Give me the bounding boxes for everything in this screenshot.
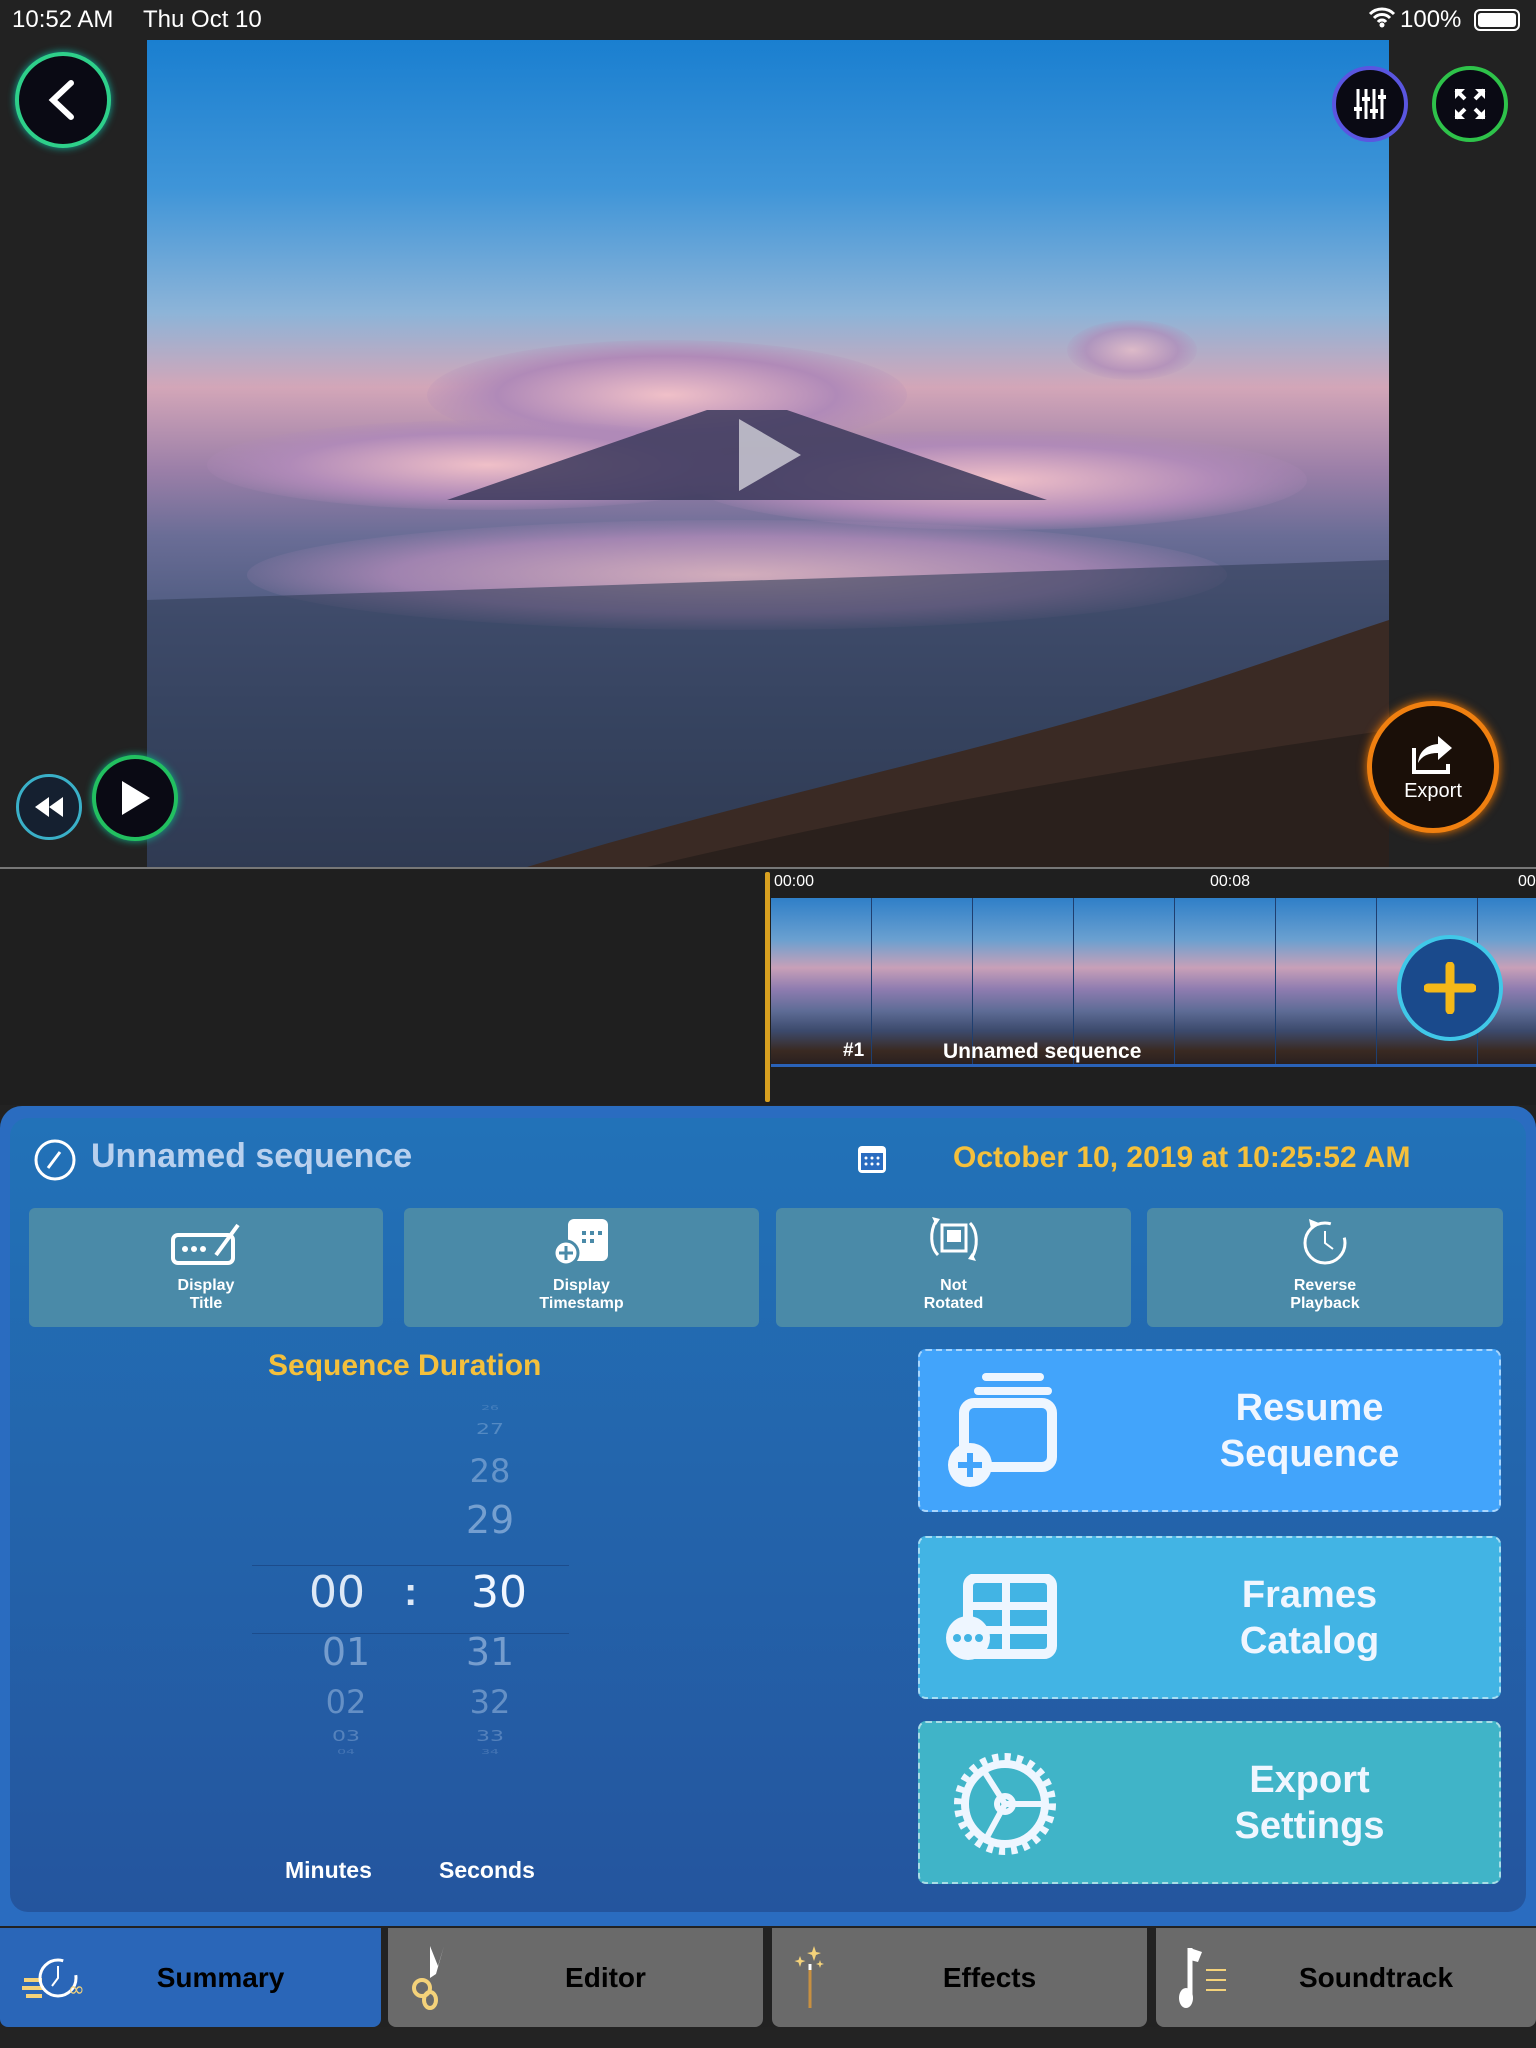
resume-sequence-icon [948, 1373, 1057, 1487]
display-title-toggle[interactable]: Display Title [29, 1208, 383, 1327]
sequence-timestamp[interactable]: October 10, 2019 at 10:25:52 AM [953, 1141, 1410, 1175]
resume-sequence-button[interactable]: Resume Sequence [918, 1349, 1501, 1512]
battery-icon [1474, 9, 1520, 31]
action-label: Export [1249, 1758, 1370, 1801]
expand-icon [1454, 88, 1486, 120]
frames-catalog-icon [946, 1574, 1057, 1660]
calendar-icon[interactable] [856, 1143, 888, 1175]
action-label: Settings [1234, 1804, 1385, 1847]
wifi-icon [1368, 6, 1396, 35]
minutes-selected[interactable]: 00 [277, 1567, 397, 1618]
option-label: Timestamp [539, 1295, 624, 1312]
rotation-toggle[interactable]: Not Rotated [776, 1208, 1131, 1327]
tab-label: Soundtrack [1298, 1961, 1454, 1993]
picker-divider [252, 1565, 569, 1566]
picker-separator: : [404, 1570, 418, 1614]
minutes-option[interactable]: 03 [286, 1728, 406, 1746]
seconds-label: Seconds [439, 1857, 535, 1883]
export-settings-button[interactable]: Export Settings [918, 1721, 1501, 1884]
action-label: Resume [1235, 1386, 1384, 1429]
display-timestamp-toggle[interactable]: Display Timestamp [404, 1208, 759, 1327]
seconds-option[interactable]: 26 [430, 1404, 550, 1412]
bottom-bar [0, 2027, 1536, 2048]
mixer-button[interactable] [1332, 66, 1408, 142]
tab-effects[interactable]: Effects [772, 1928, 1147, 2027]
option-label: Not [940, 1277, 967, 1294]
rewind-icon [35, 797, 63, 817]
rotate-icon [929, 1217, 978, 1261]
play-overlay-icon[interactable] [735, 415, 805, 495]
action-label: Frames [1241, 1573, 1378, 1616]
timeline-tick: 00:08 [1210, 873, 1251, 890]
seconds-option[interactable]: 31 [430, 1630, 550, 1674]
share-icon [1412, 735, 1452, 774]
seconds-option[interactable]: 28 [430, 1452, 550, 1490]
plus-icon [1424, 962, 1476, 1014]
action-label: Catalog [1239, 1619, 1380, 1662]
back-button[interactable] [15, 52, 111, 148]
video-preview[interactable] [147, 40, 1389, 867]
tab-label: Editor [565, 1961, 646, 1993]
timeline-tick: 00:00 [774, 873, 815, 890]
status-bar: 10:52 AM Thu Oct 10 100% [0, 0, 1536, 40]
frames-catalog-button[interactable]: Frames Catalog [918, 1536, 1501, 1699]
gear-icon [954, 1753, 1056, 1855]
clip-frame [1276, 898, 1377, 1064]
clip-name: Unnamed sequence [943, 1040, 1142, 1063]
reverse-clock-icon [1303, 1219, 1347, 1265]
sequence-title[interactable]: Unnamed sequence [91, 1137, 412, 1176]
seconds-option[interactable]: 33 [430, 1728, 550, 1746]
play-button[interactable] [92, 755, 178, 841]
seconds-option[interactable]: 27 [430, 1421, 550, 1439]
clip-number: #1 [843, 1040, 865, 1061]
action-label: Sequence [1219, 1432, 1400, 1475]
fullscreen-button[interactable] [1432, 66, 1508, 142]
edit-title-icon[interactable] [33, 1138, 77, 1182]
option-label: Reverse [1293, 1277, 1357, 1294]
play-icon [122, 781, 150, 815]
chevron-left-icon [48, 80, 74, 120]
export-button[interactable]: Export [1367, 701, 1499, 833]
tab-label: Summary [156, 1961, 285, 1993]
playhead[interactable] [765, 872, 770, 1102]
option-label: Display [553, 1277, 610, 1294]
minutes-option[interactable]: 02 [286, 1683, 406, 1721]
tab-label: Effects [942, 1961, 1037, 1993]
seconds-option[interactable]: 29 [430, 1498, 550, 1542]
option-label: Title [189, 1295, 223, 1312]
minutes-option[interactable]: 04 [286, 1748, 406, 1756]
duration-picker[interactable]: 00 01 02 03 04 : 26 27 28 29 30 31 32 33… [252, 1340, 572, 1900]
minutes-option[interactable]: 01 [286, 1630, 406, 1674]
tab-soundtrack[interactable]: Soundtrack [1156, 1928, 1536, 2027]
timestamp-icon [552, 1219, 608, 1267]
tab-summary[interactable]: ∞ Summary [0, 1928, 381, 2027]
title-edit-icon [171, 1223, 240, 1265]
option-label: Rotated [923, 1295, 984, 1312]
rewind-button[interactable] [16, 774, 82, 840]
minutes-label: Minutes [285, 1857, 372, 1883]
battery-percent: 100% [1400, 6, 1462, 33]
sliders-icon [1354, 89, 1386, 119]
seconds-option[interactable]: 34 [430, 1748, 550, 1756]
option-label: Display [177, 1277, 235, 1294]
clip-frame [1175, 898, 1276, 1064]
export-label: Export [1404, 779, 1462, 802]
seconds-selected[interactable]: 30 [439, 1567, 559, 1618]
timeline-tick: 00 [1518, 873, 1536, 890]
reverse-playback-toggle[interactable]: Reverse Playback [1147, 1208, 1503, 1327]
option-label: Playback [1290, 1295, 1360, 1312]
tab-editor[interactable]: Editor [388, 1928, 763, 2027]
add-clip-button[interactable] [1397, 935, 1503, 1041]
seconds-option[interactable]: 32 [430, 1683, 550, 1721]
timeline[interactable]: 00:00 00:08 00 #1 Unnamed sequence [0, 869, 1536, 1105]
status-time: 10:52 AM [12, 6, 114, 33]
status-date: Thu Oct 10 [143, 6, 262, 33]
